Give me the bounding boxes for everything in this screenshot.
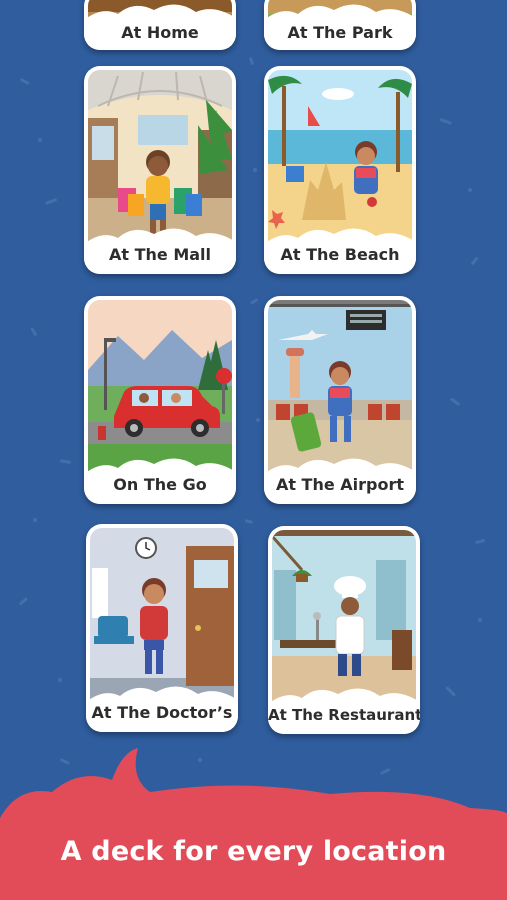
- deck-card-at-the-beach[interactable]: At The Beach: [264, 66, 416, 274]
- deck-label: At The Airport: [275, 475, 405, 494]
- footer-banner-shape: [0, 748, 507, 900]
- deck-label: At The Doctor’s: [91, 703, 233, 722]
- deck-label: At Home: [121, 23, 199, 42]
- deck-label: At The Park: [287, 23, 393, 42]
- deck-label: At The Mall: [108, 245, 211, 264]
- deck-card-at-home[interactable]: At Home: [84, 0, 236, 50]
- deck-card-at-the-airport[interactable]: At The Airport: [264, 296, 416, 504]
- footer-tagline: A deck for every location: [60, 836, 447, 867]
- deck-card-at-the-mall[interactable]: At The Mall: [84, 66, 236, 274]
- deck-card-at-the-doctors[interactable]: At The Doctor’s: [86, 524, 238, 732]
- deck-card-on-the-go[interactable]: On The Go: [84, 296, 236, 504]
- deck-label: On The Go: [113, 475, 207, 494]
- deck-card-at-the-park[interactable]: At The Park: [264, 0, 416, 50]
- deck-label: At The Restaurant: [268, 706, 420, 724]
- deck-label: At The Beach: [280, 245, 400, 264]
- deck-card-at-the-restaurant[interactable]: At The Restaurant: [268, 526, 420, 734]
